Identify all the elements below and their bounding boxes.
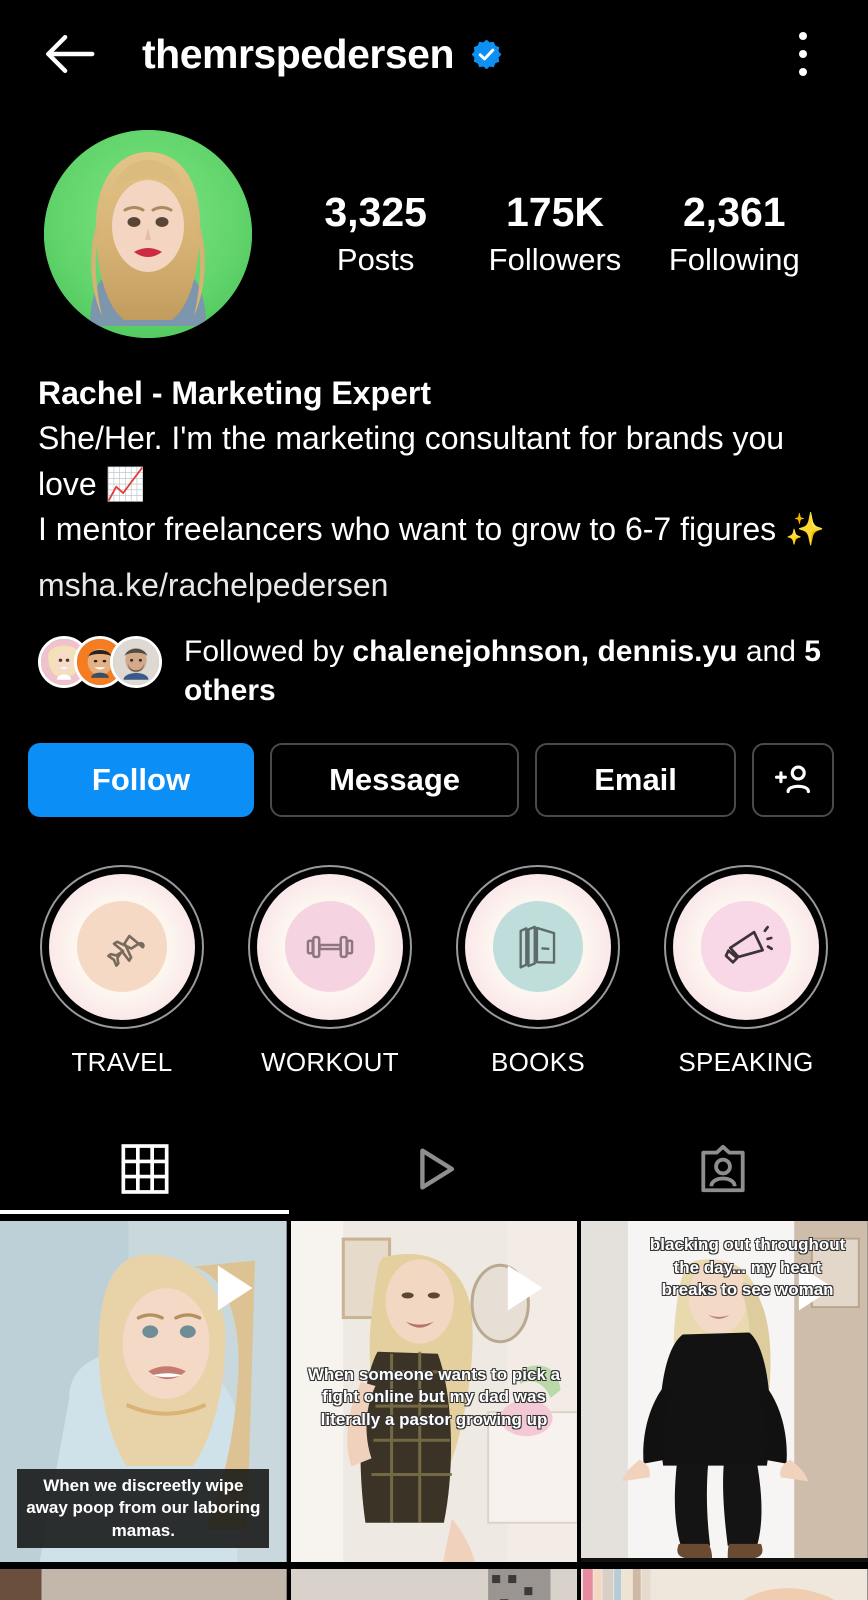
posts-grid: When we discreetly wipe away poop from o… xyxy=(0,1220,868,1562)
posts-count: 3,325 xyxy=(324,189,427,236)
followed-by-prefix: Followed by xyxy=(184,634,353,668)
grid-post[interactable]: When someone wants to pick a fight onlin… xyxy=(290,1220,578,1562)
posts-label: Posts xyxy=(336,241,415,277)
highlight-label: BOOKS xyxy=(491,1046,585,1077)
highlight-ring xyxy=(248,864,412,1029)
reels-tab[interactable] xyxy=(289,1124,578,1214)
followers-label: Followers xyxy=(488,241,622,277)
highlight-cover xyxy=(49,873,195,1020)
highlight-cover xyxy=(465,873,611,1020)
followed-by-text: Followed by chalenejohnson, dennis.yu an… xyxy=(184,632,830,711)
facepile-avatar xyxy=(110,635,162,688)
grid-post[interactable] xyxy=(581,1568,868,1600)
followed-by-middle: and xyxy=(737,634,805,668)
kebab-menu-icon[interactable] xyxy=(776,26,830,82)
instagram-profile-screen: themrspedersen 3,325 Posts 175K Follower… xyxy=(0,0,868,1600)
post-caption: When we discreetly wipe away poop from o… xyxy=(17,1468,270,1549)
stat-posts[interactable]: 3,325 Posts xyxy=(301,189,451,278)
profile-tabs xyxy=(0,1124,868,1214)
following-label: Following xyxy=(668,241,800,277)
add-person-button[interactable] xyxy=(752,742,834,817)
highlight-speaking[interactable]: SPEAKING xyxy=(646,864,846,1078)
message-button[interactable]: Message xyxy=(270,742,520,817)
display-name: Rachel - Marketing Expert xyxy=(38,375,431,411)
active-tab-indicator xyxy=(0,1209,290,1214)
verified-badge-icon xyxy=(471,39,502,69)
grid-post[interactable]: people follow you????? xyxy=(0,1568,287,1600)
highlight-cover xyxy=(257,873,403,1020)
video-play-icon xyxy=(217,1265,253,1311)
highlight-inner xyxy=(76,901,168,992)
video-play-icon xyxy=(508,1265,543,1311)
highlight-cover xyxy=(673,873,819,1020)
posts-grid-row-2: people follow you????? year as a busines… xyxy=(0,1568,868,1600)
grid-post[interactable]: year as a business xyxy=(290,1568,578,1600)
grid-tab[interactable] xyxy=(0,1124,289,1214)
followed-by-row[interactable]: Followed by chalenejohnson, dennis.yu an… xyxy=(0,604,868,711)
app-header: themrspedersen xyxy=(0,0,868,108)
back-arrow-icon[interactable] xyxy=(38,23,100,85)
highlight-ring xyxy=(664,864,828,1029)
followed-by-names[interactable]: chalenejohnson, dennis.yu xyxy=(352,635,737,668)
avatar[interactable] xyxy=(44,130,252,338)
action-buttons: Follow Message Email xyxy=(0,711,868,817)
grid-post[interactable]: When we discreetly wipe away poop from o… xyxy=(0,1220,287,1562)
profile-stats: 3,325 Posts 175K Followers 2,361 Followi… xyxy=(252,189,824,278)
tagged-tab[interactable] xyxy=(579,1124,868,1214)
highlight-ring xyxy=(456,864,620,1029)
highlight-label: SPEAKING xyxy=(678,1046,814,1077)
post-caption: When someone wants to pick a fight onlin… xyxy=(307,1365,561,1429)
highlight-books[interactable]: BOOKS xyxy=(438,864,638,1078)
highlight-inner xyxy=(700,901,792,992)
highlight-inner xyxy=(284,901,376,992)
page-title: themrspedersen xyxy=(142,30,455,77)
email-button[interactable]: Email xyxy=(535,742,736,817)
story-highlights: TRAVEL WORKOUT BOOKS SPEAKING xyxy=(0,817,868,1078)
highlight-ring xyxy=(40,864,204,1029)
stat-followers[interactable]: 175K Followers xyxy=(480,189,630,278)
bio-section: Rachel - Marketing Expert She/Her. I'm t… xyxy=(0,338,868,604)
highlight-label: TRAVEL xyxy=(71,1046,173,1077)
bio-link[interactable]: msha.ke/rachelpedersen xyxy=(38,567,830,604)
follow-button[interactable]: Follow xyxy=(28,742,254,817)
highlight-travel[interactable]: TRAVEL xyxy=(22,864,222,1078)
highlight-label: WORKOUT xyxy=(261,1046,399,1077)
profile-summary: 3,325 Posts 175K Followers 2,361 Followi… xyxy=(0,108,868,338)
bio-description: She/Her. I'm the marketing consultant fo… xyxy=(38,420,825,548)
highlight-workout[interactable]: WORKOUT xyxy=(230,864,430,1078)
facepile xyxy=(38,632,162,688)
username-container: themrspedersen xyxy=(142,31,776,78)
followers-count: 175K xyxy=(505,189,604,236)
following-count: 2,361 xyxy=(683,189,786,236)
grid-post[interactable]: blacking out throughout the day... my he… xyxy=(581,1220,868,1562)
stat-following[interactable]: 2,361 Following xyxy=(659,189,809,278)
highlight-inner xyxy=(492,901,584,992)
post-caption: blacking out throughout the day... my he… xyxy=(649,1235,846,1300)
